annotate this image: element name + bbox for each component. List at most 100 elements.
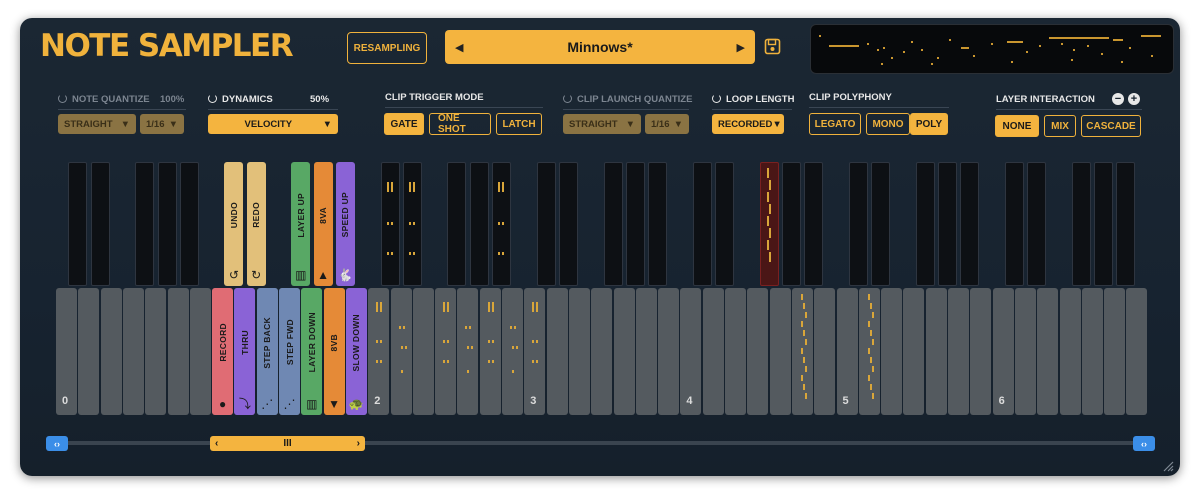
piano-black-key[interactable]: [1027, 162, 1047, 286]
action-key-speed-up[interactable]: SPEED UP 🐇: [335, 162, 355, 286]
piano-white-key[interactable]: [1037, 288, 1059, 415]
piano-black-key[interactable]: [1116, 162, 1136, 286]
note-mark: [400, 370, 403, 373]
note-mark: [502, 182, 504, 192]
note-mark: [532, 340, 535, 343]
piano-black-key[interactable]: [179, 162, 199, 286]
piano-white-key[interactable]: [814, 288, 836, 415]
action-key-redo[interactable]: REDO ↻: [246, 162, 266, 286]
piano-white-key[interactable]: [970, 288, 992, 415]
piano-black-key[interactable]: [157, 162, 177, 286]
note-mark: [871, 312, 874, 318]
piano-white-key[interactable]: [189, 288, 211, 415]
piano-black-key[interactable]: [558, 162, 578, 286]
piano-white-key[interactable]: [702, 288, 724, 415]
note-mark: [376, 340, 379, 343]
piano-white-key[interactable]: [502, 288, 523, 415]
piano-black-key[interactable]: [938, 162, 957, 286]
piano-white-key[interactable]: [122, 288, 144, 415]
arrows-left-right-icon[interactable]: ‹›: [1133, 436, 1155, 451]
piano-white-key[interactable]: [479, 288, 501, 415]
piano-white-key[interactable]: [412, 288, 434, 415]
piano-black-key[interactable]: [1004, 162, 1024, 286]
piano-white-key[interactable]: [635, 288, 657, 415]
piano-black-key[interactable]: [625, 162, 645, 286]
note-mark: [498, 252, 500, 255]
piano-white-key[interactable]: [457, 288, 479, 415]
piano-black-key[interactable]: [871, 162, 891, 286]
piano-white-key[interactable]: [1104, 288, 1126, 415]
piano-white-key[interactable]: [881, 288, 903, 415]
note-mark: [487, 302, 490, 312]
piano-black-key[interactable]: [469, 162, 489, 286]
piano-white-key[interactable]: [1081, 288, 1103, 415]
piano-white-key[interactable]: [948, 288, 969, 415]
action-key-step-back[interactable]: STEP BACK ⋰: [256, 288, 278, 415]
piano-black-key[interactable]: [848, 162, 868, 286]
piano-white-key[interactable]: [747, 288, 769, 415]
piano-black-key[interactable]: [68, 162, 88, 286]
piano-black-key[interactable]: [603, 162, 623, 286]
piano-black-key[interactable]: [648, 162, 668, 286]
note-mark: [447, 302, 450, 312]
note-mark: [400, 346, 403, 349]
piano-white-key[interactable]: [658, 288, 680, 415]
note-mark: [800, 348, 803, 354]
action-key-record[interactable]: RECORD ●: [212, 288, 234, 415]
piano-white-key[interactable]: [435, 288, 457, 415]
action-key-label: STEP BACK: [262, 316, 273, 369]
piano-white-key[interactable]: [925, 288, 947, 415]
resize-handle-icon[interactable]: [1160, 458, 1174, 472]
triangle-down-icon: ▼: [328, 397, 341, 411]
action-key-thru[interactable]: THRU ⤵: [234, 288, 256, 415]
action-key-undo[interactable]: UNDO ↺: [224, 162, 244, 286]
piano-black-key[interactable]: [90, 162, 110, 286]
note-mark: [512, 346, 514, 349]
action-key-8vb[interactable]: 8VB ▼: [323, 288, 345, 415]
piano-black-key[interactable]: [781, 162, 801, 286]
piano-white-key[interactable]: [167, 288, 189, 415]
piano-white-key[interactable]: [546, 288, 568, 415]
piano-white-key[interactable]: [769, 288, 791, 415]
piano-black-key[interactable]: [1071, 162, 1091, 286]
rabbit-icon: 🐇: [337, 267, 353, 282]
piano-white-key[interactable]: [1014, 288, 1036, 415]
action-key-layer-down[interactable]: LAYER DOWN ▥: [301, 288, 323, 415]
piano-black-key[interactable]: [447, 162, 467, 286]
piano-black-key[interactable]: [804, 162, 824, 286]
action-key-step-fwd[interactable]: STEP FWD ⋰: [279, 288, 300, 415]
footsteps-forward-icon: ⋰: [283, 396, 296, 411]
scroll-thumb[interactable]: ‹ III ›: [210, 436, 365, 451]
note-mark: [768, 204, 771, 214]
piano-black-key[interactable]: [915, 162, 935, 286]
note-mark: [412, 252, 415, 255]
action-key-slow-down[interactable]: SLOW DOWN 🐢: [345, 288, 367, 415]
piano-black-key[interactable]: [960, 162, 980, 286]
note-mark: [800, 294, 803, 300]
piano-white-key[interactable]: [100, 288, 122, 415]
piano-white-key[interactable]: [725, 288, 746, 415]
piano-white-key[interactable]: [390, 288, 412, 415]
note-mark: [487, 340, 490, 343]
note-mark: [447, 360, 450, 363]
note-mark: [869, 384, 872, 390]
action-key-layer-up[interactable]: LAYER UP ▥: [291, 162, 311, 286]
piano-white-key[interactable]: [145, 288, 167, 415]
piano-white-key[interactable]: [903, 288, 925, 415]
piano-black-key[interactable]: [692, 162, 712, 286]
piano-black-key[interactable]: [536, 162, 556, 286]
note-mark: [516, 346, 518, 349]
piano-white-key[interactable]: [1059, 288, 1081, 415]
piano-white-key[interactable]: [78, 288, 100, 415]
piano-black-key[interactable]: [1094, 162, 1114, 286]
action-key-8va[interactable]: 8VA ▲: [313, 162, 333, 286]
arrows-left-right-icon[interactable]: ‹›: [46, 436, 68, 451]
piano-black-key[interactable]: [135, 162, 155, 286]
piano-white-key[interactable]: [1126, 288, 1148, 415]
note-mark: [869, 330, 872, 336]
piano-white-key[interactable]: [591, 288, 613, 415]
piano-white-key[interactable]: [568, 288, 590, 415]
piano-black-key[interactable]: [715, 162, 734, 286]
note-mark: [871, 393, 874, 399]
piano-white-key[interactable]: [613, 288, 635, 415]
